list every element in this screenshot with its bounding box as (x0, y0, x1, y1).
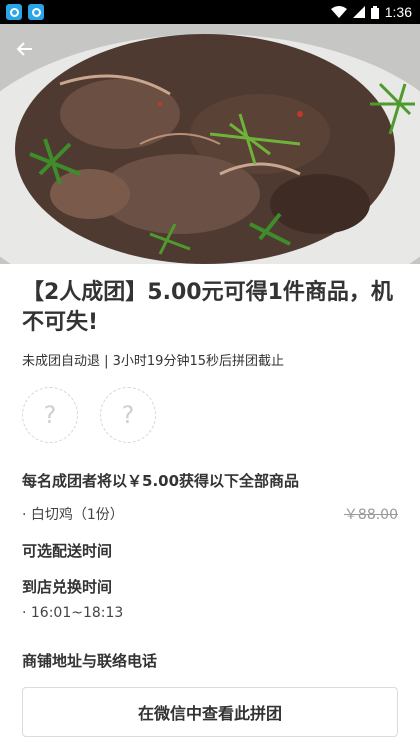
empty-member-slot: ? (100, 387, 156, 443)
page-title: 【2人成团】5.00元可得1件商品，机不可失! (22, 280, 393, 335)
item-name: · 白切鸡（1份） (22, 507, 124, 523)
status-bar: 1:36 (0, 0, 420, 24)
app-notification-icon (28, 4, 44, 20)
original-price: ￥88.00 (343, 507, 398, 523)
clock-text: 1:36 (384, 4, 412, 20)
items-heading: 每名成团者将以￥5.00获得以下全部商品 (22, 472, 300, 490)
battery-icon (370, 5, 379, 19)
app-notification-icon (6, 4, 22, 20)
signal-icon (352, 6, 365, 18)
group-members: ? ? (22, 387, 156, 443)
view-in-wechat-button[interactable]: 在微信中查看此拼团 (22, 687, 398, 737)
arrow-left-icon (16, 42, 32, 56)
delivery-time-heading: 可选配送时间 (22, 542, 113, 560)
product-image (0, 24, 420, 264)
list-item: · 白切鸡（1份） ￥88.00 (22, 504, 398, 524)
back-button[interactable] (12, 36, 38, 62)
group-deadline-text: 未成团自动退 | 3小时19分钟15秒后拼团截止 (22, 354, 284, 369)
shop-address-heading: 商铺地址与联络电话 (22, 652, 158, 670)
pickup-time-heading: 到店兑换时间 (22, 578, 113, 596)
pickup-time-value: · 16:01~18:13 (22, 605, 124, 621)
empty-member-slot: ? (22, 387, 78, 443)
wifi-icon (330, 6, 347, 18)
